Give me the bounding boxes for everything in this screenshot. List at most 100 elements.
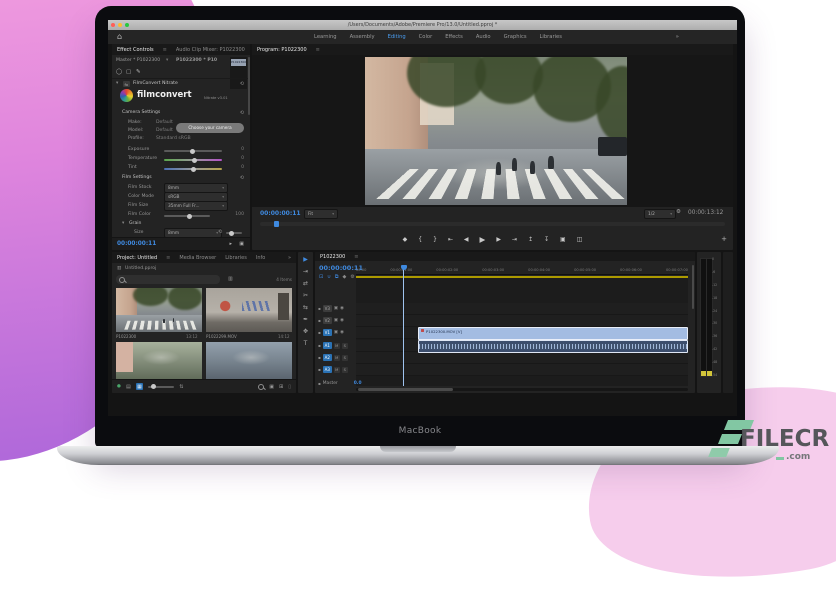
nest-toggle-icon[interactable]: ⊡	[319, 274, 323, 280]
effect-controls-scrollbar[interactable]	[248, 57, 250, 115]
mask-ellipse-icon[interactable]: ◯	[116, 69, 122, 75]
window-titlebar[interactable]: /Users/Documents/Adobe/Premiere Pro/13.0…	[108, 20, 737, 30]
step-back-button[interactable]: ◀	[464, 236, 469, 243]
lock-icon[interactable]: ▪	[318, 367, 321, 372]
workspace-tab-libraries[interactable]: Libraries	[540, 34, 562, 40]
timeline-hscrollbar[interactable]	[356, 388, 688, 391]
camera-settings-reset-icon[interactable]: ⟲	[240, 110, 244, 116]
grain-mini-slider[interactable]	[226, 232, 242, 234]
mute-button[interactable]: M	[334, 367, 340, 373]
mark-out-button[interactable]: }	[433, 236, 437, 243]
grain-reset-icon[interactable]: ⟲	[218, 229, 222, 235]
solo-button[interactable]: S	[342, 343, 348, 349]
tab-audio-clip-mixer[interactable]: Audio Clip Mixer: P1022300	[176, 47, 245, 53]
effect-controls-timecode[interactable]: 00:00:00:11	[117, 241, 156, 247]
pen-tool[interactable]: ✒	[303, 316, 308, 328]
track-badge-a3[interactable]: A3	[323, 366, 332, 373]
camera-settings-header[interactable]: Camera Settings	[122, 110, 160, 115]
timeline-playhead-handle[interactable]	[401, 265, 407, 270]
go-to-in-button[interactable]: ⇤	[448, 236, 453, 243]
choose-camera-button[interactable]: Choose your camera	[176, 123, 244, 133]
clip-name-1[interactable]: P1022300	[116, 334, 136, 339]
timeline-video-clip[interactable]: P1022300.MOV [V]	[418, 327, 688, 340]
film-color-slider-knob[interactable]	[187, 214, 192, 219]
tint-slider-knob[interactable]	[191, 167, 196, 172]
timeline-vscrollbar[interactable]	[692, 265, 694, 309]
temperature-value[interactable]: 0	[241, 156, 244, 161]
sync-lock-icon[interactable]: ▣	[334, 318, 338, 323]
ripple-edit-tool[interactable]: ⇄	[303, 280, 308, 292]
add-marker-button[interactable]: ◆	[403, 236, 408, 243]
panel-menu-icon[interactable]: ≡	[354, 254, 358, 260]
track-badge-v1[interactable]: V1	[323, 329, 332, 336]
lock-icon[interactable]: ▪	[318, 381, 321, 386]
program-playhead[interactable]	[274, 221, 279, 227]
track-lane-a2[interactable]	[356, 352, 688, 364]
project-clip-thumbnail-2[interactable]	[206, 288, 292, 332]
workspace-overflow-button[interactable]: »	[676, 34, 679, 40]
project-bin-path[interactable]: Untitled.pproj	[125, 266, 156, 271]
tab-project[interactable]: Project: Untitled	[117, 255, 157, 261]
clip-menu[interactable]: P1022300 * P10	[176, 58, 217, 63]
film-color-value[interactable]: 100	[235, 212, 244, 217]
solo-button[interactable]: S	[342, 355, 348, 361]
exposure-slider[interactable]	[164, 150, 222, 152]
new-bin-button[interactable]: ▣	[269, 384, 274, 390]
mute-button[interactable]: M	[334, 355, 340, 361]
home-icon[interactable]: ⌂	[117, 32, 122, 41]
film-size-dropdown[interactable]: 35mm Full Fr...▾	[164, 201, 228, 211]
track-badge-a1[interactable]: A1	[323, 342, 332, 349]
tab-media-browser[interactable]: Media Browser	[179, 255, 216, 261]
thumbnail-zoom-knob[interactable]	[151, 384, 156, 389]
profile-value[interactable]: Standard sRGB	[156, 136, 191, 141]
sort-icons-button[interactable]: ⇅	[179, 384, 183, 390]
clip-name-2[interactable]: P1022299.MOV	[206, 334, 237, 339]
track-badge-v3[interactable]: V3	[323, 305, 332, 312]
play-around-icon[interactable]: ▸	[229, 241, 232, 247]
make-value[interactable]: Default	[156, 120, 173, 125]
mark-in-button[interactable]: {	[418, 236, 422, 243]
mini-timeline-clip[interactable]: P1022300	[231, 59, 246, 66]
workspace-tab-color[interactable]: Color	[419, 34, 433, 40]
tab-libraries[interactable]: Libraries	[225, 255, 247, 261]
grain-header[interactable]: Grain	[129, 221, 141, 226]
icon-view-button[interactable]: ▦	[136, 383, 144, 390]
program-resolution-dropdown[interactable]: 1/2▾	[644, 209, 676, 219]
mask-rect-icon[interactable]: ▢	[126, 69, 131, 75]
tab-effect-controls[interactable]: Effect Controls	[117, 47, 154, 53]
in-point-filter-icon[interactable]: ▥	[228, 276, 233, 282]
workspace-tab-effects[interactable]: Effects	[445, 34, 463, 40]
lock-icon[interactable]: ▪	[318, 318, 321, 323]
track-select-tool[interactable]: ⇥	[303, 268, 308, 280]
track-lane-v3[interactable]	[356, 303, 688, 315]
comparison-view-button[interactable]: ◫	[577, 236, 583, 243]
project-clip-thumbnail-4[interactable]	[206, 342, 292, 380]
film-settings-reset-icon[interactable]: ⟲	[240, 175, 244, 181]
grain-mini-slider-knob[interactable]	[229, 231, 234, 236]
film-settings-header[interactable]: Film Settings	[122, 175, 152, 180]
lock-icon[interactable]: ▪	[318, 306, 321, 311]
track-visibility-icon[interactable]: ◉	[340, 306, 344, 311]
program-timecode[interactable]: 00:00:00:11	[260, 210, 301, 217]
find-button[interactable]	[258, 384, 264, 390]
program-scrubber[interactable]	[260, 222, 725, 226]
workspace-tab-learning[interactable]: Learning	[314, 34, 337, 40]
track-badge-a2[interactable]: A2	[323, 354, 332, 361]
fx-badge[interactable]: fx	[123, 81, 130, 87]
new-item-button[interactable]: ⊞	[279, 384, 283, 390]
snap-icon[interactable]: ∪	[327, 274, 331, 280]
panel-menu-icon[interactable]: ≡	[163, 47, 167, 53]
program-video-frame[interactable]	[365, 57, 627, 205]
timeline-playhead[interactable]	[403, 265, 404, 386]
razor-tool[interactable]: ✂	[303, 292, 308, 304]
step-forward-button[interactable]: ▶	[496, 236, 501, 243]
mask-pen-icon[interactable]: ✎	[136, 69, 141, 75]
lock-icon[interactable]: ▪	[318, 330, 321, 335]
track-lane-v2[interactable]	[356, 315, 688, 327]
lock-icon[interactable]: ▪	[318, 355, 321, 360]
delete-button[interactable]: ▯	[288, 384, 291, 390]
workspace-tab-audio[interactable]: Audio	[476, 34, 491, 40]
linked-selection-icon[interactable]: ⧉	[335, 274, 339, 280]
add-button[interactable]: +	[721, 235, 727, 243]
track-badge-v2[interactable]: V2	[323, 317, 332, 324]
